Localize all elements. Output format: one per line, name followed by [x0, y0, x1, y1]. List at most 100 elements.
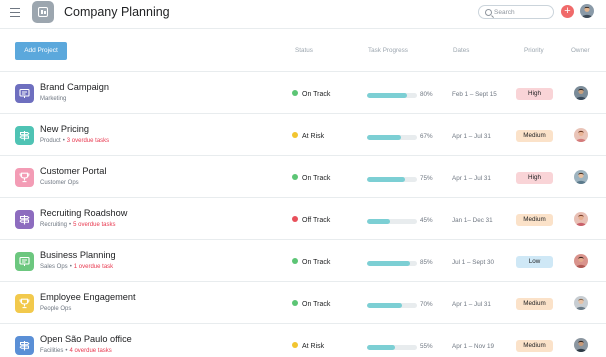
- task-progress-fill: [367, 261, 410, 266]
- priority-badge[interactable]: High: [516, 88, 553, 100]
- project-dates: Apr 1 – Jul 31: [452, 301, 491, 308]
- task-progress-bar: [367, 261, 417, 266]
- owner-avatar[interactable]: [574, 296, 588, 310]
- priority-badge[interactable]: High: [516, 172, 553, 184]
- status-indicator[interactable]: On Track: [292, 90, 330, 98]
- project-name[interactable]: Open São Paulo office: [40, 334, 132, 344]
- search-box[interactable]: [478, 5, 554, 19]
- project-icon[interactable]: [15, 210, 34, 229]
- project-dates: Jan 1– Dec 31: [452, 217, 493, 224]
- status-label: On Track: [302, 301, 331, 308]
- overdue-count[interactable]: 5 overdue tasks: [73, 222, 115, 228]
- overdue-count[interactable]: 1 overdue task: [74, 264, 113, 270]
- task-progress-bar: [367, 93, 417, 98]
- project-icon[interactable]: [15, 168, 34, 187]
- status-label: On Track: [302, 175, 331, 182]
- project-meta: Marketing: [40, 96, 66, 102]
- project-icon[interactable]: [15, 126, 34, 145]
- project-icon[interactable]: [15, 336, 34, 355]
- column-header-status[interactable]: Status: [295, 47, 313, 54]
- add-project-button[interactable]: Add Project: [15, 42, 67, 60]
- task-progress-bar: [367, 177, 417, 182]
- project-row[interactable]: Recruiting Roadshow Recruiting • 5 overdue …: [0, 198, 606, 240]
- status-label: At Risk: [302, 133, 325, 140]
- project-row[interactable]: Open São Paulo office Facilities • 4 overdu…: [0, 324, 606, 357]
- priority-badge[interactable]: Medium: [516, 130, 553, 142]
- task-progress-percent: 80%: [420, 91, 433, 98]
- meta-separator: •: [65, 348, 68, 354]
- status-dot: [292, 132, 298, 138]
- user-avatar[interactable]: [580, 4, 594, 18]
- task-progress-bar: [367, 219, 417, 224]
- project-name[interactable]: Business Planning: [40, 250, 116, 260]
- project-name[interactable]: Brand Campaign: [40, 82, 109, 92]
- project-row[interactable]: Employee Engagement People Ops On Track 70%…: [0, 282, 606, 324]
- status-dot: [292, 90, 298, 96]
- column-header-priority[interactable]: Priority: [524, 47, 544, 54]
- status-indicator[interactable]: On Track: [292, 174, 330, 182]
- owner-avatar[interactable]: [574, 338, 588, 352]
- project-team: Facilities: [40, 348, 64, 354]
- overdue-count[interactable]: 4 overdue tasks: [69, 348, 111, 354]
- project-meta: Customer Ops: [40, 180, 79, 186]
- meta-separator: •: [62, 138, 65, 144]
- priority-badge[interactable]: Medium: [516, 340, 553, 352]
- task-progress-percent: 85%: [420, 259, 433, 266]
- project-icon[interactable]: [15, 294, 34, 313]
- priority-badge[interactable]: Low: [516, 256, 553, 268]
- project-name[interactable]: Recruiting Roadshow: [40, 208, 127, 218]
- project-name[interactable]: Employee Engagement: [40, 292, 136, 302]
- project-name[interactable]: Customer Portal: [40, 166, 106, 176]
- search-input[interactable]: [494, 6, 552, 18]
- quick-add-button[interactable]: +: [561, 5, 574, 18]
- project-icon[interactable]: [15, 84, 34, 103]
- project-name[interactable]: New Pricing: [40, 124, 89, 134]
- meta-separator: •: [69, 222, 72, 228]
- project-team: People Ops: [40, 306, 72, 312]
- column-header-dates[interactable]: Dates: [453, 47, 469, 54]
- task-progress-bar: [367, 135, 417, 140]
- status-indicator[interactable]: At Risk: [292, 132, 324, 140]
- owner-avatar[interactable]: [574, 86, 588, 100]
- project-row[interactable]: New Pricing Product • 3 overdue tasks At Ris…: [0, 114, 606, 156]
- project-team: Recruiting: [40, 222, 68, 228]
- priority-badge[interactable]: Medium: [516, 214, 553, 226]
- status-dot: [292, 174, 298, 180]
- owner-avatar[interactable]: [574, 254, 588, 268]
- owner-avatar[interactable]: [574, 128, 588, 142]
- task-progress-percent: 70%: [420, 301, 433, 308]
- owner-avatar[interactable]: [574, 170, 588, 184]
- task-progress-percent: 67%: [420, 133, 433, 140]
- status-indicator[interactable]: At Risk: [292, 342, 324, 350]
- project-dates: Feb 1 – Sept 15: [452, 91, 497, 98]
- task-progress-fill: [367, 135, 401, 140]
- project-row[interactable]: Customer Portal Customer Ops On Track 75% Ap…: [0, 156, 606, 198]
- project-meta: Product • 3 overdue tasks: [40, 138, 109, 144]
- task-progress-bar: [367, 303, 417, 308]
- status-indicator[interactable]: On Track: [292, 258, 330, 266]
- project-dates: Apr 1 – Jul 31: [452, 133, 491, 140]
- priority-badge[interactable]: Medium: [516, 298, 553, 310]
- project-team: Sales Ops: [40, 264, 68, 270]
- overdue-count[interactable]: 3 overdue tasks: [67, 138, 109, 144]
- top-divider: [0, 28, 606, 29]
- column-header-owner[interactable]: Owner: [571, 47, 590, 54]
- project-icon[interactable]: [15, 252, 34, 271]
- hamburger-icon[interactable]: [10, 8, 20, 17]
- project-dates: Apr 1 – Nov 19: [452, 343, 495, 350]
- status-label: At Risk: [302, 343, 325, 350]
- project-row[interactable]: Business Planning Sales Ops • 1 overdue tas…: [0, 240, 606, 282]
- board-icon: [32, 1, 54, 23]
- owner-avatar[interactable]: [574, 212, 588, 226]
- column-header-task-progress[interactable]: Task Progress: [368, 47, 408, 54]
- status-indicator[interactable]: On Track: [292, 300, 330, 308]
- project-meta: Facilities • 4 overdue tasks: [40, 348, 112, 354]
- meta-separator: •: [69, 264, 72, 270]
- project-meta: People Ops: [40, 306, 71, 312]
- project-row[interactable]: Brand Campaign Marketing On Track 80% Feb 1 …: [0, 72, 606, 114]
- task-progress-percent: 55%: [420, 343, 433, 350]
- top-bar: Company Planning +: [0, 0, 606, 28]
- status-dot: [292, 300, 298, 306]
- task-progress-fill: [367, 303, 402, 308]
- status-indicator[interactable]: Off Track: [292, 216, 330, 224]
